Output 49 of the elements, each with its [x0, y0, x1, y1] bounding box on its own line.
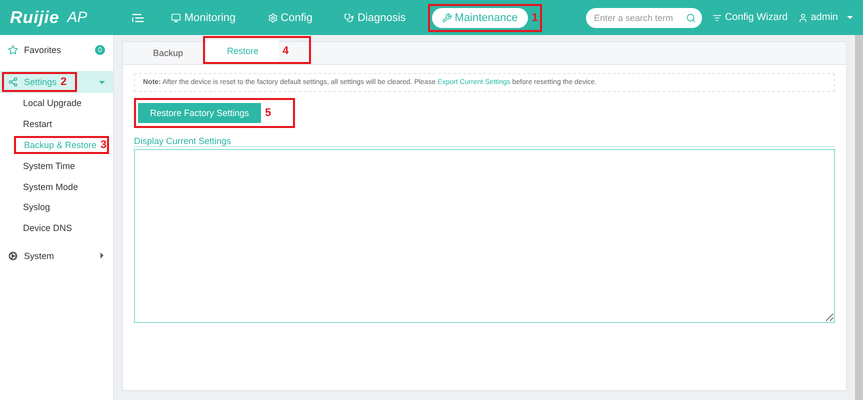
item-label: Backup & Restore — [24, 140, 97, 150]
item-label: Local Upgrade — [23, 98, 82, 108]
network-icon — [8, 77, 18, 87]
logo: Ruijie — [10, 8, 60, 28]
gear-icon — [8, 250, 18, 261]
sidebar-item[interactable]: Device DNS — [0, 218, 113, 239]
restore-factory-button[interactable]: Restore Factory Settings — [138, 103, 262, 123]
annotation-number: 5 — [265, 107, 272, 119]
tab[interactable]: Restore — [207, 40, 279, 62]
annotation-number: 1 — [532, 12, 538, 24]
sidebar-group[interactable]: System — [0, 244, 113, 267]
list-icon — [712, 12, 722, 22]
sidebar-group[interactable]: Settings 2 — [0, 71, 113, 93]
sidebar-item[interactable]: System Mode — [0, 176, 113, 197]
item-label: Restart — [23, 119, 52, 130]
caret-icon — [100, 252, 104, 259]
group-label: System — [24, 250, 54, 261]
field-label: Display Current Settings — [134, 136, 835, 147]
monitor-icon — [171, 12, 182, 22]
item-label: System Mode — [23, 182, 78, 192]
sidebar-item[interactable]: Backup & Restore 3 — [0, 134, 113, 156]
caret-icon — [847, 16, 853, 19]
user-menu[interactable]: admin — [798, 12, 853, 23]
item-label: Device DNS — [23, 223, 72, 234]
annotation-number: 3 — [100, 138, 107, 151]
item-label: System Time — [23, 160, 76, 171]
sidebar-item[interactable]: System Time — [0, 155, 113, 176]
user-icon — [798, 12, 808, 22]
wrench-icon — [442, 12, 452, 22]
nav-tab[interactable]: Diagnosis — [334, 8, 416, 28]
stethoscope-icon — [344, 12, 354, 22]
nav-tab[interactable]: Monitoring — [161, 8, 246, 28]
scrollbar[interactable] — [855, 35, 863, 400]
nav-tab[interactable]: Config — [258, 8, 322, 28]
annotation-number: 4 — [282, 45, 289, 57]
sidebar-item[interactable]: Restart — [0, 114, 113, 135]
config-wizard-link[interactable]: Config Wizard — [712, 12, 788, 23]
gear-icon — [268, 12, 278, 22]
item-label: Syslog — [23, 202, 50, 212]
annotation-number: 2 — [60, 76, 67, 88]
product-name: AP — [67, 9, 88, 26]
group-label: Settings — [24, 77, 57, 87]
caret-icon — [99, 80, 105, 84]
nav-tab[interactable]: Maintenance — [432, 8, 528, 28]
tab[interactable]: Backup — [133, 42, 204, 64]
sidebar-item[interactable]: Syslog — [0, 196, 113, 218]
search-icon[interactable] — [686, 12, 696, 22]
sidebar-item[interactable]: Local Upgrade — [0, 93, 113, 114]
search-field[interactable]: Enter a search term — [586, 8, 702, 28]
